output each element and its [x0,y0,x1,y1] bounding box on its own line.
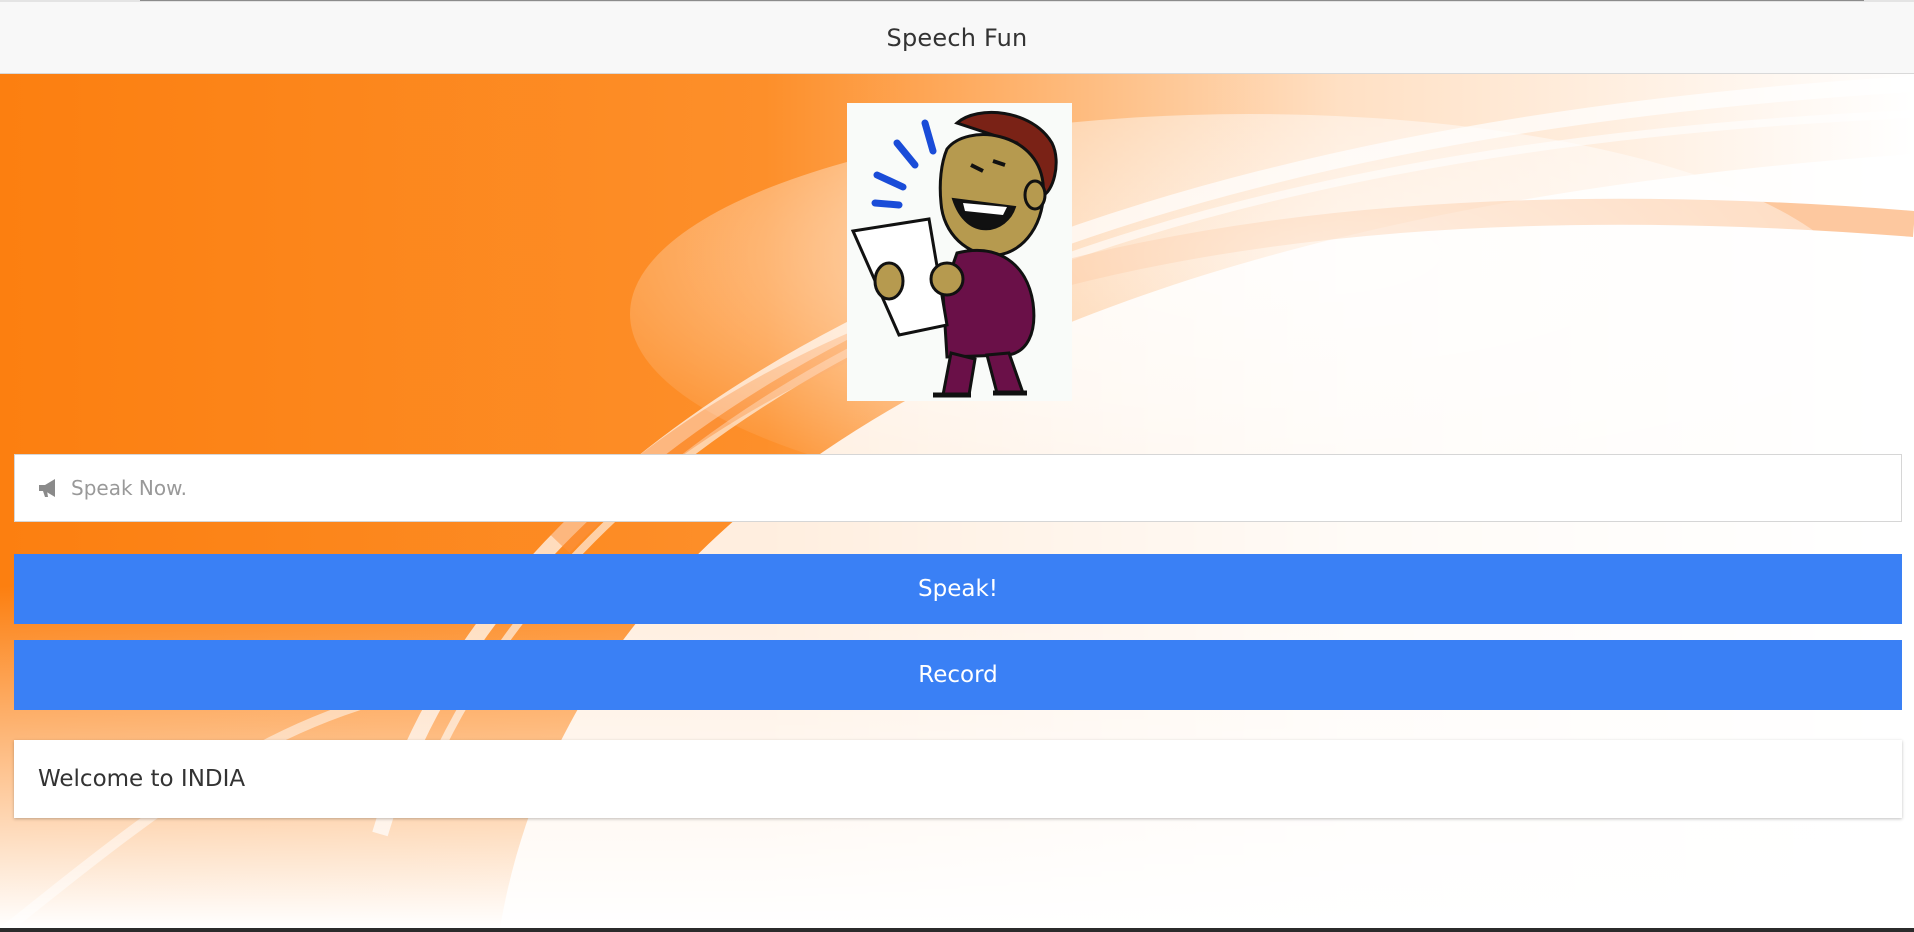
speech-input-group[interactable] [14,454,1902,522]
speaking-man-illustration [847,103,1072,401]
speech-text-input[interactable] [69,475,1873,501]
record-button-label: Record [918,662,998,688]
window-bottom-edge [0,928,1914,932]
bullhorn-icon [37,476,61,500]
scroll-track [140,0,1864,1]
record-button[interactable]: Record [14,640,1902,710]
main-content: Speak! Record Welcome to INDIA [0,74,1914,928]
page-title: Speech Fun [886,23,1028,52]
cartoon-speaker-icon [850,111,1058,398]
speak-button-label: Speak! [918,576,998,602]
speak-button[interactable]: Speak! [14,554,1902,624]
app-header: Speech Fun [0,2,1914,74]
speech-output-text: Welcome to INDIA [38,766,246,792]
speech-output-card: Welcome to INDIA [14,740,1902,818]
